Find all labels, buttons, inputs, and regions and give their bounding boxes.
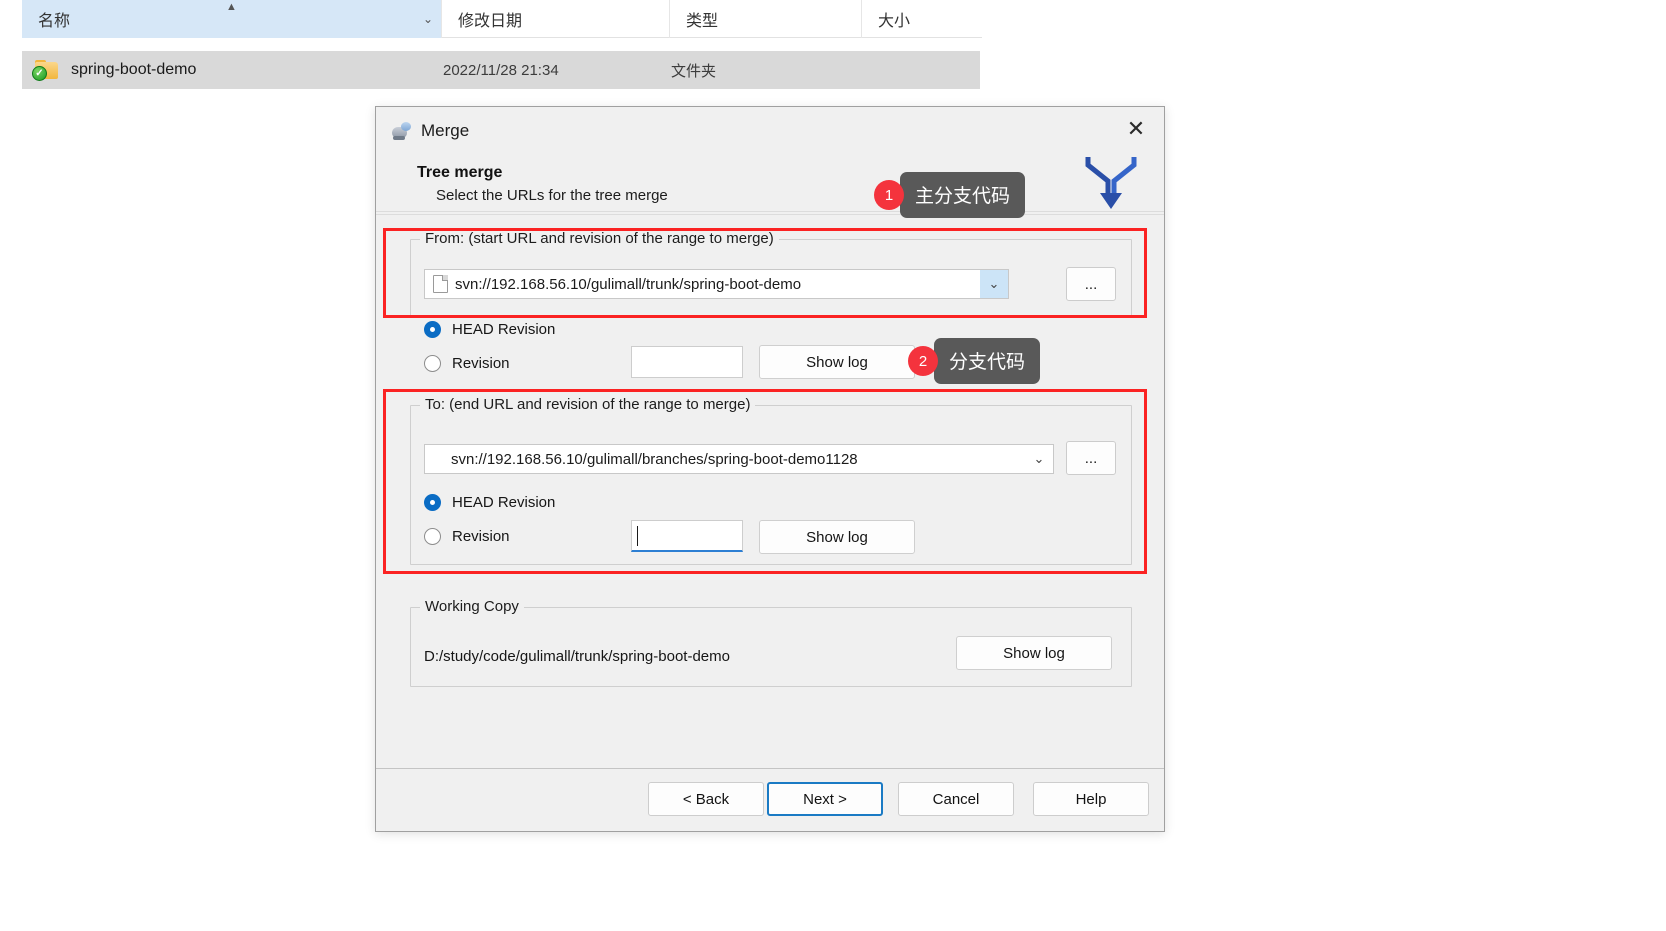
text-cursor <box>637 526 638 546</box>
annotation-badge-2: 2 <box>908 346 938 376</box>
column-header-size[interactable]: 大小 <box>862 0 982 38</box>
dialog-title: Merge <box>421 121 470 140</box>
to-url-combo[interactable]: svn://192.168.56.10/gulimall/branches/sp… <box>424 444 1054 474</box>
tortoise-svn-icon <box>390 120 412 142</box>
annotation-callout-1: 1 主分支代码 <box>874 172 1026 218</box>
help-button[interactable]: Help <box>1033 782 1149 816</box>
working-copy-legend: Working Copy <box>420 598 524 615</box>
from-revision-input[interactable] <box>631 346 743 378</box>
from-head-revision-radio[interactable]: HEAD Revision <box>424 321 555 338</box>
radio-indicator <box>424 321 441 338</box>
cancel-button[interactable]: Cancel <box>898 782 1014 816</box>
file-type-cell: 文件夹 <box>671 62 717 80</box>
to-browse-button[interactable]: ... <box>1066 441 1116 475</box>
from-revision-label: Revision <box>452 355 510 372</box>
merge-arrow-icon <box>1085 157 1137 209</box>
from-head-revision-label: HEAD Revision <box>452 321 556 338</box>
to-revision-input[interactable] <box>631 520 743 552</box>
to-head-revision-radio[interactable]: HEAD Revision <box>424 494 555 511</box>
file-name-cell: spring-boot-demo <box>71 61 197 78</box>
page-subtitle: Select the URLs for the tree merge <box>436 187 668 204</box>
from-revision-radio[interactable]: Revision <box>424 355 510 372</box>
chevron-down-icon[interactable]: ⌄ <box>423 12 433 26</box>
column-header-name[interactable]: ▲ 名称 ⌄ <box>22 0 442 38</box>
close-icon[interactable]: ✕ <box>1108 107 1164 151</box>
annotation-callout-2: 2 分支代码 <box>908 338 1041 384</box>
working-copy-path: D:/study/code/gulimall/trunk/spring-boot… <box>424 648 730 665</box>
chevron-down-icon[interactable]: ⌄ <box>1025 445 1053 473</box>
column-header-name-label: 名称 <box>38 12 71 30</box>
column-header-type[interactable]: 类型 <box>670 0 862 38</box>
column-header-size-label: 大小 <box>878 12 911 30</box>
column-header-type-label: 类型 <box>686 12 719 30</box>
page-title: Tree merge <box>417 164 503 181</box>
folder-versioned-icon: ✓ <box>32 60 59 81</box>
to-show-log-button[interactable]: Show log <box>759 520 915 554</box>
annotation-bubble-2: 分支代码 <box>934 338 1041 384</box>
column-header-modified-label: 修改日期 <box>458 12 523 30</box>
sort-ascending-caret-icon: ▲ <box>226 0 237 13</box>
working-copy-show-log-button[interactable]: Show log <box>956 636 1112 670</box>
from-group-legend: From: (start URL and revision of the ran… <box>420 230 779 247</box>
to-revision-radio[interactable]: Revision <box>424 528 510 545</box>
annotation-badge-1: 1 <box>874 180 904 210</box>
header-divider <box>376 211 1164 212</box>
from-browse-button[interactable]: ... <box>1066 267 1116 301</box>
radio-indicator <box>424 355 441 372</box>
explorer-column-headers: ▲ 名称 ⌄ 修改日期 类型 大小 <box>22 0 982 38</box>
merge-dialog: Merge ✕ Tree merge Select the URLs for t… <box>375 106 1165 832</box>
radio-indicator <box>424 528 441 545</box>
radio-indicator <box>424 494 441 511</box>
column-header-modified[interactable]: 修改日期 <box>442 0 670 38</box>
from-url-combo[interactable]: svn://192.168.56.10/gulimall/trunk/sprin… <box>424 269 1009 299</box>
footer-divider <box>376 768 1164 769</box>
annotation-bubble-1: 主分支代码 <box>900 172 1026 218</box>
from-url-value: svn://192.168.56.10/gulimall/trunk/sprin… <box>455 275 802 293</box>
file-explorer-backdrop: ▲ 名称 ⌄ 修改日期 类型 大小 ✓ spring-boot-demo 202… <box>0 0 1666 100</box>
chevron-down-icon[interactable]: ⌄ <box>980 270 1008 298</box>
to-revision-label: Revision <box>452 528 510 545</box>
from-show-log-button[interactable]: Show log <box>759 345 915 379</box>
file-modified-cell: 2022/11/28 21:34 <box>443 61 559 79</box>
to-group-legend: To: (end URL and revision of the range t… <box>420 396 756 413</box>
next-button[interactable]: Next > <box>767 782 883 816</box>
dialog-titlebar: Merge ✕ <box>376 107 1164 155</box>
to-url-value: svn://192.168.56.10/gulimall/branches/sp… <box>451 450 858 468</box>
back-button[interactable]: < Back <box>648 782 764 816</box>
table-row[interactable]: ✓ spring-boot-demo 2022/11/28 21:34 文件夹 <box>22 51 980 89</box>
to-head-revision-label: HEAD Revision <box>452 494 556 511</box>
document-icon <box>433 275 448 293</box>
